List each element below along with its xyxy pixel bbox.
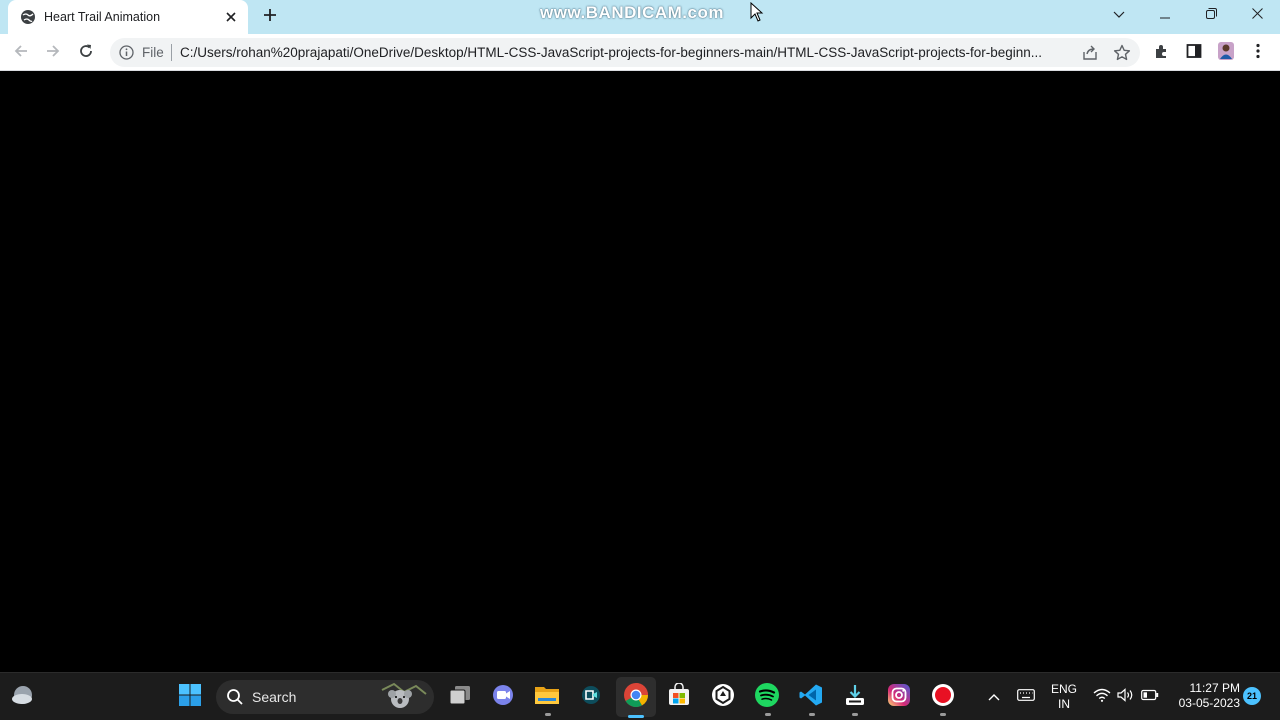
tab-search-button[interactable] — [1096, 0, 1142, 30]
store-bag-icon — [667, 681, 691, 712]
forward-button[interactable] — [40, 40, 66, 66]
close-window-button[interactable] — [1234, 0, 1280, 30]
scheme-label: File — [142, 45, 164, 60]
share-icon[interactable] — [1080, 43, 1100, 63]
taskbar-video-app[interactable] — [577, 683, 605, 711]
taskbar-task-view[interactable] — [446, 683, 474, 711]
taskbar-bandicam[interactable] — [929, 683, 957, 711]
notification-badge[interactable]: 21 — [1243, 687, 1261, 705]
taskbar-download-app[interactable] — [841, 683, 869, 711]
instagram-icon — [887, 683, 911, 712]
star-icon[interactable] — [1112, 43, 1132, 63]
browser-toolbar: File C:/Users/rohan%20prajapati/OneDrive… — [0, 34, 1280, 71]
page-canvas[interactable] — [0, 72, 1280, 672]
chrome-icon — [623, 682, 649, 713]
touch-keyboard-button[interactable] — [1012, 683, 1040, 711]
windows-logo-icon — [178, 683, 202, 712]
menu-button[interactable] — [1245, 40, 1271, 66]
taskbar-microsoft-store[interactable] — [665, 681, 693, 712]
back-icon — [13, 43, 29, 64]
task-view-icon — [448, 684, 472, 711]
taskbar-github-app[interactable] — [709, 683, 737, 711]
info-icon[interactable] — [119, 45, 134, 60]
minimize-button[interactable] — [1142, 0, 1188, 30]
reload-button[interactable] — [73, 40, 99, 66]
extensions-button[interactable] — [1149, 40, 1175, 66]
tab-heart-trail[interactable]: Heart Trail Animation — [8, 0, 248, 34]
folder-icon — [534, 684, 560, 711]
taskbar-search[interactable]: Search — [216, 680, 434, 714]
url-text[interactable]: C:/Users/rohan%20prajapati/OneDrive/Desk… — [180, 45, 1075, 60]
restore-button[interactable] — [1188, 0, 1234, 30]
globe-icon — [20, 9, 36, 25]
teams-chat-icon — [491, 683, 515, 712]
running-indicator — [809, 713, 815, 716]
keyboard-icon — [1017, 688, 1035, 706]
tab-strip: Heart Trail Animation www.BANDICAM.com — [0, 0, 1280, 34]
speaker-icon — [1117, 687, 1135, 707]
back-button[interactable] — [8, 40, 34, 66]
side-panel-icon — [1186, 43, 1202, 64]
active-indicator — [628, 715, 644, 718]
taskbar-file-explorer[interactable] — [533, 683, 561, 711]
clock[interactable]: 11:27 PM 03-05-2023 — [1168, 681, 1240, 711]
search-label: Search — [252, 689, 297, 705]
wifi-icon — [1093, 688, 1111, 707]
start-button[interactable] — [176, 683, 204, 711]
record-icon — [931, 683, 955, 712]
close-icon — [1251, 6, 1263, 24]
side-panel-button[interactable] — [1181, 40, 1207, 66]
taskbar-teams-chat[interactable] — [489, 683, 517, 711]
vscode-icon — [799, 683, 823, 712]
windows-taskbar: Search ENG IN 11:27 PM 03-05-2023 — [0, 672, 1280, 720]
hexagon-logo-icon — [711, 683, 735, 712]
clock-date: 03-05-2023 — [1178, 696, 1240, 710]
mouse-cursor-icon — [750, 1, 764, 22]
close-icon[interactable] — [222, 8, 240, 26]
battery-icon — [1141, 688, 1159, 706]
taskbar-vscode[interactable] — [797, 683, 825, 711]
profile-avatar — [1216, 41, 1236, 66]
chevron-up-icon — [988, 688, 1000, 706]
taskbar-spotify[interactable] — [753, 682, 781, 713]
running-indicator — [852, 713, 858, 716]
spotify-icon — [754, 682, 780, 713]
running-indicator — [545, 713, 551, 716]
battery-button[interactable] — [1136, 683, 1164, 711]
forward-icon — [45, 43, 61, 64]
new-tab-button[interactable] — [258, 6, 282, 28]
search-icon — [226, 688, 244, 706]
address-divider — [171, 44, 172, 61]
download-box-icon — [843, 683, 867, 712]
taskbar-chrome[interactable] — [622, 682, 650, 713]
menu-icon — [1256, 43, 1260, 64]
tab-title: Heart Trail Animation — [44, 10, 161, 24]
language-indicator[interactable]: ENG IN — [1046, 682, 1082, 712]
koala-doodle-icon — [380, 682, 428, 712]
plus-icon — [263, 8, 277, 27]
running-indicator — [940, 713, 946, 716]
language-line1: ENG — [1050, 682, 1077, 696]
profile-button[interactable] — [1213, 40, 1239, 66]
language-line2: IN — [1058, 697, 1070, 711]
minimize-icon — [1160, 6, 1170, 24]
reload-icon — [78, 43, 94, 64]
widgets-button[interactable] — [9, 683, 37, 711]
show-hidden-icons-button[interactable] — [980, 683, 1008, 711]
restore-icon — [1205, 6, 1217, 24]
weather-cloud-icon — [10, 684, 36, 711]
clock-time: 11:27 PM — [1189, 681, 1240, 695]
taskbar-instagram[interactable] — [885, 683, 913, 711]
bandicam-watermark: www.BANDICAM.com — [540, 3, 724, 22]
address-bar[interactable]: File C:/Users/rohan%20prajapati/OneDrive… — [110, 38, 1140, 67]
running-indicator — [765, 713, 771, 716]
video-camera-icon — [580, 684, 602, 711]
extensions-icon — [1154, 43, 1170, 64]
chevron-down-icon — [1113, 6, 1125, 24]
